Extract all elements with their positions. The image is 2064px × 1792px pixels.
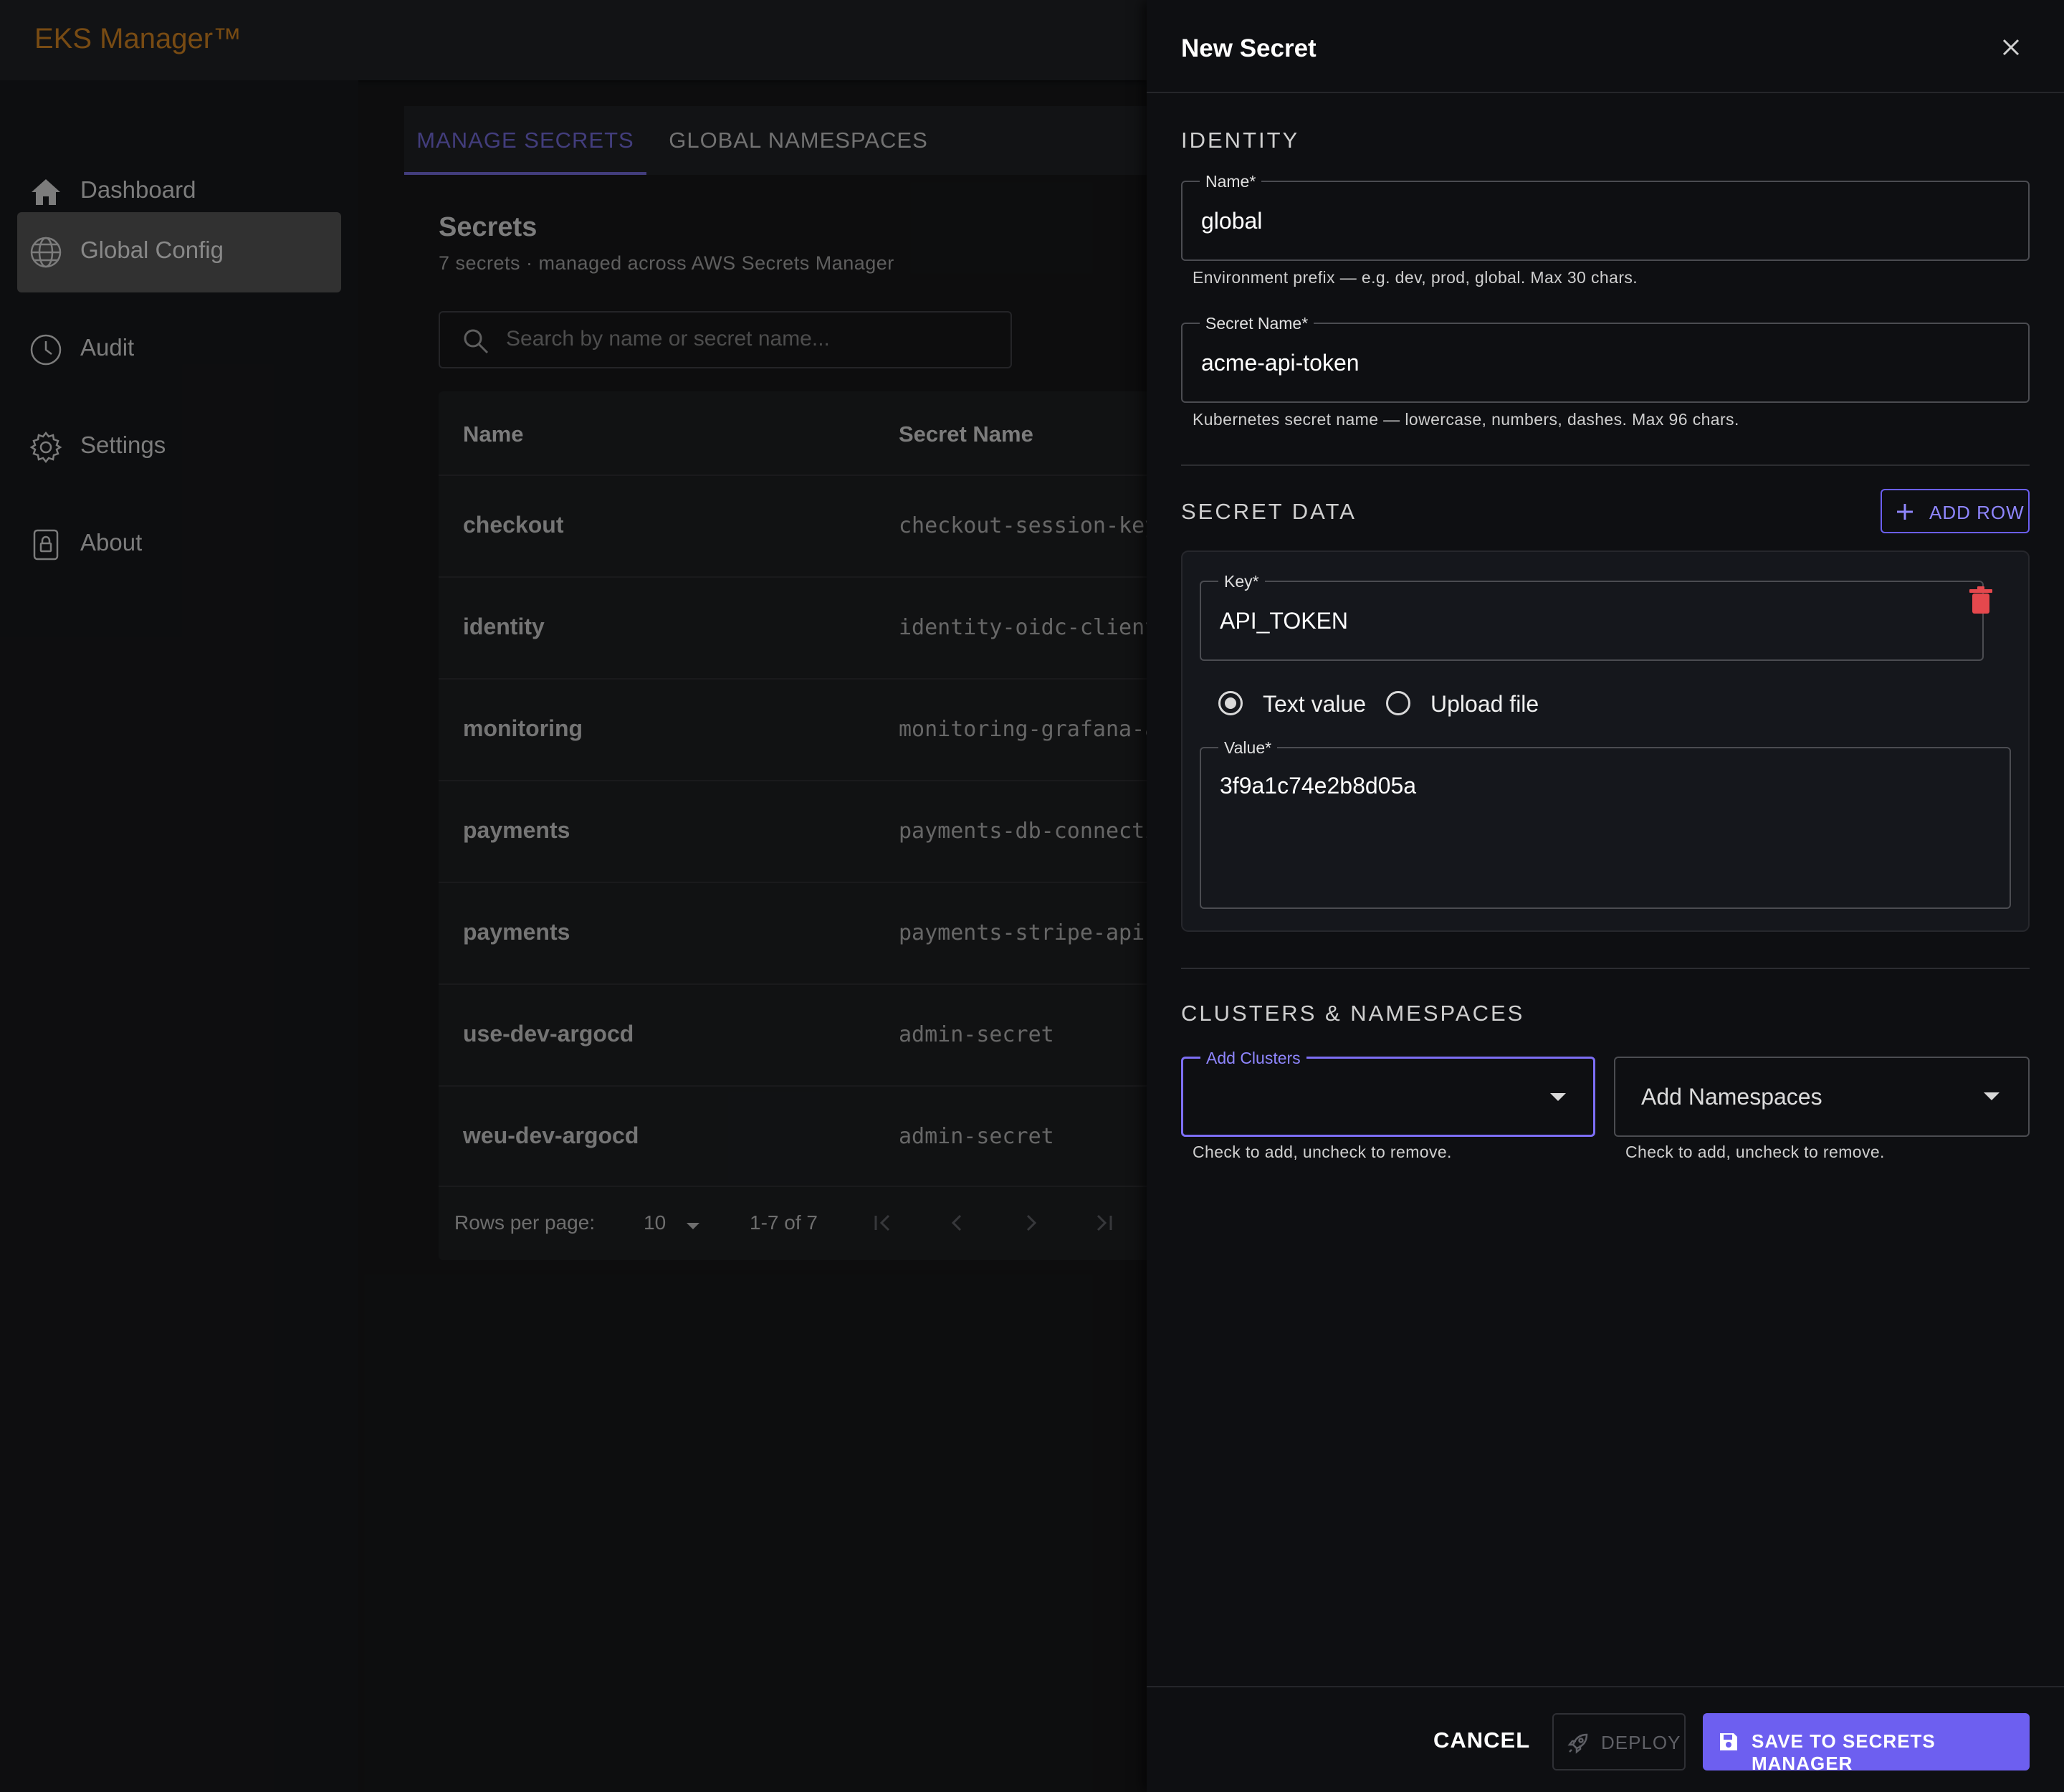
secret-name-field-value: acme-api-token <box>1201 350 1360 376</box>
identity-section-title: IDENTITY <box>1181 128 1300 153</box>
key-field[interactable]: Key* API_TOKEN <box>1200 572 1984 661</box>
value-field-value: 3f9a1c74e2b8d05a <box>1220 773 1417 799</box>
name-helper-text: Environment prefix — e.g. dev, prod, glo… <box>1193 268 1638 287</box>
value-field-label: Value* <box>1218 738 1278 758</box>
rocket-icon <box>1567 1733 1588 1754</box>
clusters-helper-text: Check to add, uncheck to remove. <box>1193 1143 1452 1161</box>
drawer-header: New Secret <box>1147 0 2064 93</box>
section-divider <box>1181 968 2030 969</box>
name-field[interactable]: Name* global <box>1181 172 2030 261</box>
save-to-secrets-manager-button[interactable]: SAVE TO SECRETS MANAGER <box>1703 1713 2030 1774</box>
save-button-label: SAVE TO SECRETS MANAGER <box>1752 1730 1936 1774</box>
trash-icon[interactable] <box>1968 586 1994 615</box>
drawer-title: New Secret <box>1181 34 1317 62</box>
new-secret-drawer: New Secret IDENTITY Name* global Environ… <box>1147 0 2064 1792</box>
secret-data-section-title: SECRET DATA <box>1181 499 1357 524</box>
close-icon[interactable] <box>1997 33 2025 62</box>
deploy-button-label: DEPLOY <box>1601 1732 1681 1753</box>
value-textarea[interactable]: Value* 3f9a1c74e2b8d05a <box>1200 738 2011 909</box>
deploy-button[interactable]: DEPLOY <box>1552 1713 1686 1770</box>
upload-file-radio-label[interactable]: Upload file <box>1430 691 1539 718</box>
chevron-down-icon <box>1984 1092 2000 1100</box>
clusters-section-title: CLUSTERS & NAMESPACES <box>1181 1001 1525 1026</box>
upload-file-radio[interactable] <box>1386 691 1410 715</box>
name-field-value: global <box>1201 208 1263 234</box>
app-root: EKS Manager™ Dashboard Global Config Aud… <box>0 0 2064 1792</box>
chevron-down-icon <box>1550 1093 1566 1101</box>
add-namespaces-placeholder: Add Namespaces <box>1641 1084 1822 1110</box>
radio-selected-dot <box>1225 697 1236 709</box>
drawer-backdrop[interactable] <box>0 0 1147 1792</box>
secret-data-row-card: Key* API_TOKEN Text value Upload file Va… <box>1181 551 2030 932</box>
text-value-radio-label[interactable]: Text value <box>1263 691 1366 718</box>
add-namespaces-select[interactable]: Add Namespaces <box>1614 1057 2030 1137</box>
name-field-label: Name* <box>1200 172 1262 191</box>
add-row-button[interactable]: ADD ROW <box>1881 489 2030 533</box>
plus-icon <box>1897 504 1913 520</box>
namespaces-helper-text: Check to add, uncheck to remove. <box>1625 1143 1885 1161</box>
drawer-footer: CANCEL DEPLOY SAVE TO SECRETS MANAGER <box>1147 1686 2064 1792</box>
secret-name-field[interactable]: Secret Name* acme-api-token <box>1181 314 2030 403</box>
add-clusters-label: Add Clusters <box>1200 1049 1306 1068</box>
key-field-value: API_TOKEN <box>1220 608 1349 634</box>
cancel-button[interactable]: CANCEL <box>1433 1717 1530 1763</box>
add-clusters-select[interactable]: Add Clusters <box>1181 1049 1595 1137</box>
secret-name-helper-text: Kubernetes secret name — lowercase, numb… <box>1193 410 1739 429</box>
save-icon <box>1720 1733 1737 1750</box>
key-field-label: Key* <box>1218 572 1265 591</box>
text-value-radio[interactable] <box>1218 691 1243 715</box>
section-divider <box>1181 464 2030 466</box>
secret-name-field-label: Secret Name* <box>1200 314 1314 333</box>
add-row-label: ADD ROW <box>1929 502 2025 523</box>
